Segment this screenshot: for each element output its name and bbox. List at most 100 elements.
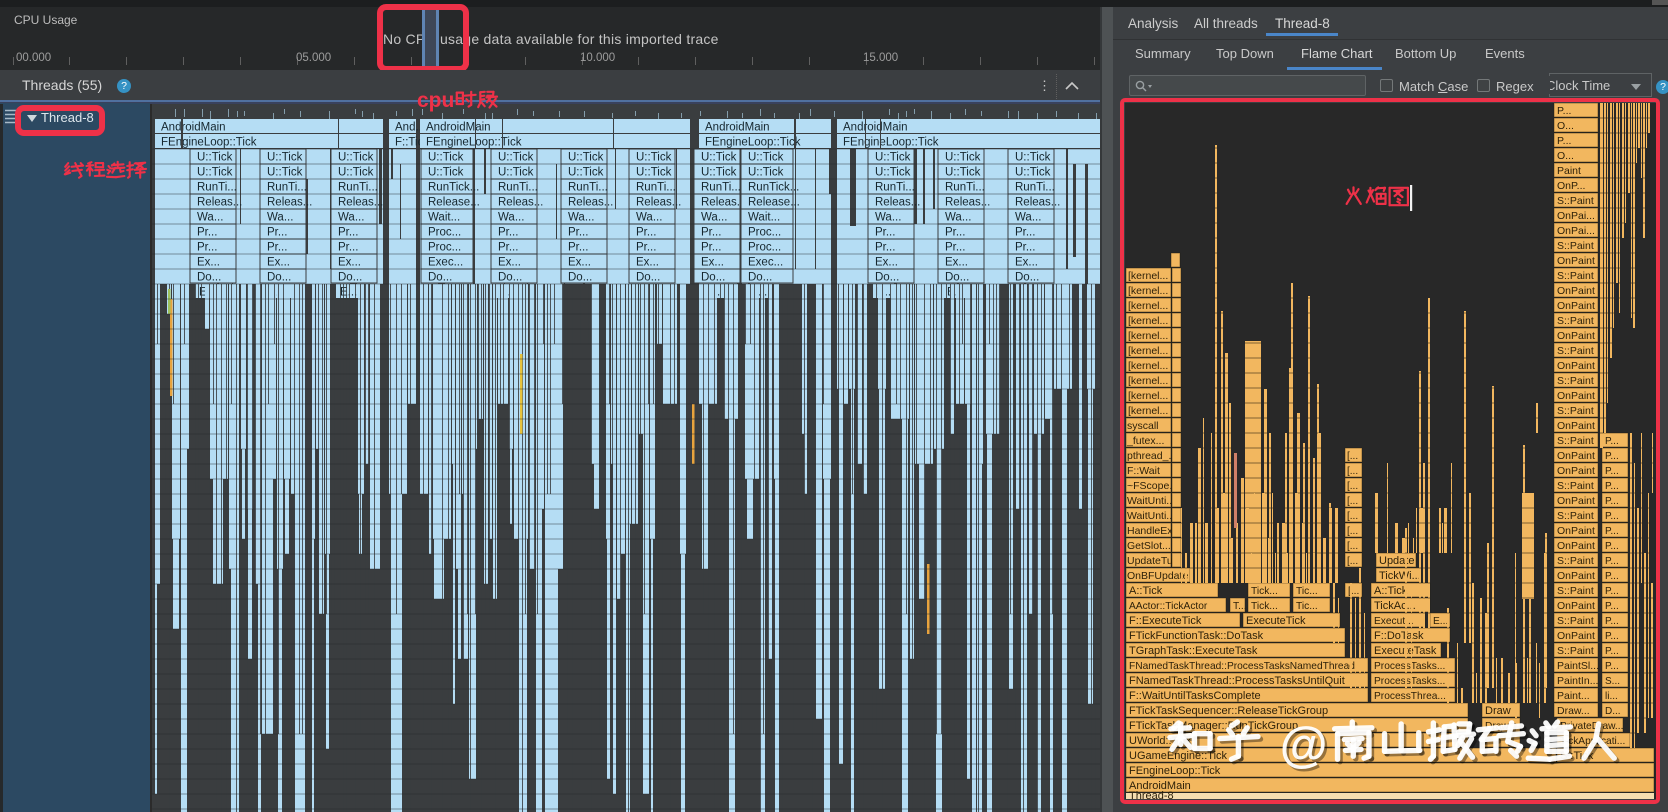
svg-text:Release...: Release... [428, 197, 480, 209]
svg-text:Pr...: Pr... [338, 227, 358, 239]
svg-text:Ex...: Ex... [267, 257, 290, 269]
svg-text:U::Tick: U::Tick [498, 167, 534, 179]
svg-text:Do...: Do... [338, 272, 362, 284]
svg-text:RunTi...: RunTi... [267, 182, 307, 194]
svg-text:Ex...: Ex... [498, 257, 521, 269]
svg-text:U::Tick: U::Tick [568, 167, 604, 179]
svg-text:U::Tick: U::Tick [875, 152, 911, 164]
svg-text:Do...: Do... [636, 272, 660, 284]
svg-text:Releas...: Releas... [498, 197, 543, 209]
svg-text:Ex...: Ex... [1015, 257, 1038, 269]
svg-text:@: @ [1280, 718, 1328, 772]
svg-text:Wa...: Wa... [1015, 212, 1041, 224]
svg-text:Pr...: Pr... [701, 227, 721, 239]
svg-text:Do...: Do... [875, 272, 899, 284]
svg-text:Pr...: Pr... [945, 242, 965, 254]
svg-text:RunTi...: RunTi... [568, 182, 608, 194]
svg-text:Ex...: Ex... [197, 257, 220, 269]
svg-text:Do...: Do... [1015, 272, 1039, 284]
svg-text:Releas...: Releas... [875, 197, 920, 209]
svg-text:Wa...: Wa... [875, 212, 901, 224]
svg-text:U::Tick: U::Tick [945, 152, 981, 164]
svg-text:Wa...: Wa... [568, 212, 594, 224]
svg-text:RunTi...: RunTi... [498, 182, 538, 194]
svg-text:Pr...: Pr... [1015, 242, 1035, 254]
svg-text:AndroidMain: AndroidMain [426, 122, 491, 134]
svg-text:Do...: Do... [568, 272, 592, 284]
svg-text:U::Tick: U::Tick [197, 167, 233, 179]
svg-text:U::Tick: U::Tick [701, 152, 737, 164]
svg-text:Releas...: Releas... [197, 197, 242, 209]
svg-text:Pr...: Pr... [338, 242, 358, 254]
svg-text:Do...: Do... [428, 272, 452, 284]
svg-text:Wait...: Wait... [428, 212, 460, 224]
svg-text:Releas...: Releas... [338, 197, 383, 209]
svg-text:Proc...: Proc... [748, 227, 781, 239]
svg-text:Pr...: Pr... [568, 242, 588, 254]
svg-text:Wa...: Wa... [636, 212, 662, 224]
svg-text:Pr...: Pr... [267, 242, 287, 254]
svg-text:FEngineLoop::Tick: FEngineLoop::Tick [426, 137, 522, 149]
svg-text:Pr...: Pr... [498, 227, 518, 239]
svg-text:Wa...: Wa... [197, 212, 223, 224]
svg-text:Do...: Do... [498, 272, 522, 284]
svg-text:Pr...: Pr... [701, 242, 721, 254]
svg-text:Proc...: Proc... [428, 242, 461, 254]
svg-text:Pr...: Pr... [197, 227, 217, 239]
svg-text:RunTi...: RunTi... [701, 182, 741, 194]
svg-text:AndroidMain: AndroidMain [705, 122, 770, 134]
svg-text:Do...: Do... [945, 272, 969, 284]
svg-text:U::Tick: U::Tick [1015, 167, 1051, 179]
svg-text:Ex...: Ex... [568, 257, 591, 269]
svg-text:Releas...: Releas... [267, 197, 312, 209]
svg-text:U::Tick: U::Tick [636, 152, 672, 164]
svg-text:U::Tick: U::Tick [748, 152, 784, 164]
svg-text:RunTi...: RunTi... [636, 182, 676, 194]
svg-text:FEngineLoop::Tick: FEngineLoop::Tick [161, 137, 257, 149]
svg-text:Do...: Do... [197, 272, 221, 284]
svg-text:Ex...: Ex... [636, 257, 659, 269]
svg-text:Wa...: Wa... [701, 212, 727, 224]
svg-text:U::Tick: U::Tick [701, 167, 737, 179]
svg-text:Pr...: Pr... [636, 242, 656, 254]
svg-text:U::Tick: U::Tick [338, 167, 374, 179]
svg-text:Releas...: Releas... [636, 197, 681, 209]
svg-text:U::Tick: U::Tick [568, 152, 604, 164]
svg-text:RunTick...: RunTick... [428, 182, 479, 194]
svg-text:RunTi...: RunTi... [945, 182, 985, 194]
svg-text:Pr...: Pr... [197, 242, 217, 254]
svg-text:FEngineLoop::Tick: FEngineLoop::Tick [843, 137, 939, 149]
svg-text:U::Tick: U::Tick [267, 152, 303, 164]
svg-text:U::Tick: U::Tick [197, 152, 233, 164]
svg-text:Exec...: Exec... [748, 257, 783, 269]
svg-text:Do...: Do... [267, 272, 291, 284]
svg-text:U::Tick: U::Tick [267, 167, 303, 179]
svg-text:U::Tick: U::Tick [498, 152, 534, 164]
svg-text:RunTi...: RunTi... [197, 182, 237, 194]
svg-text:U::Tick: U::Tick [428, 167, 464, 179]
svg-text:Pr...: Pr... [498, 242, 518, 254]
svg-text:U::Tick: U::Tick [1015, 152, 1051, 164]
svg-text:Pr...: Pr... [875, 242, 895, 254]
svg-text:U::Tick: U::Tick [748, 167, 784, 179]
svg-text:Wa...: Wa... [498, 212, 524, 224]
svg-text:U::Tick: U::Tick [875, 167, 911, 179]
svg-text:RunTi...: RunTi... [875, 182, 915, 194]
svg-text:U::Tick: U::Tick [338, 152, 374, 164]
svg-text:Releas...: Releas... [701, 197, 746, 209]
svg-text:RunTi...: RunTi... [338, 182, 378, 194]
svg-text:Ex...: Ex... [945, 257, 968, 269]
svg-text:RunTi...: RunTi... [1015, 182, 1055, 194]
svg-text:Do...: Do... [701, 272, 725, 284]
svg-text:E...: E... [340, 287, 357, 299]
svg-text:Releas...: Releas... [945, 197, 990, 209]
svg-text:AndroidMain: AndroidMain [843, 122, 908, 134]
svg-text:Releas...: Releas... [1015, 197, 1060, 209]
svg-text:Release...: Release... [748, 197, 800, 209]
svg-text:Pr...: Pr... [267, 227, 287, 239]
svg-text:Pr...: Pr... [636, 227, 656, 239]
svg-text:U::Tick: U::Tick [636, 167, 672, 179]
svg-text:Ex...: Ex... [338, 257, 361, 269]
svg-text:RunTick...: RunTick... [748, 182, 799, 194]
svg-text:Wait...: Wait... [748, 212, 780, 224]
